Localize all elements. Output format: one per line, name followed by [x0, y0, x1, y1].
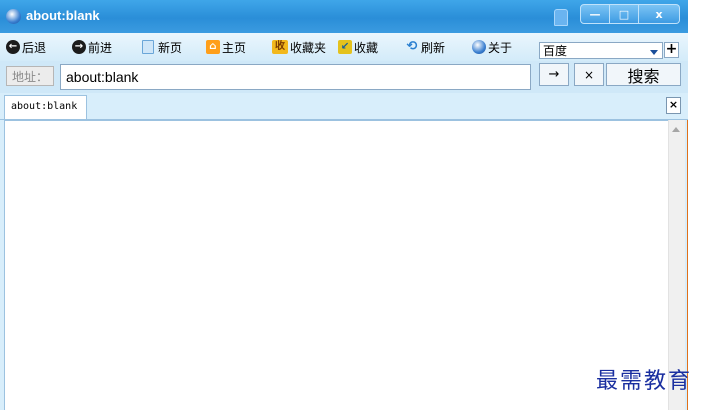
search-engine-select[interactable]: 百度 [539, 42, 663, 59]
title-bar[interactable]: about:blank — □ x [0, 0, 688, 33]
refresh-label: 刷新 [421, 40, 446, 55]
window-title: about:blank [26, 8, 100, 23]
maximize-button[interactable]: □ [610, 4, 639, 24]
about-button[interactable]: 关于 [472, 38, 512, 56]
address-input[interactable]: about:blank [60, 64, 531, 90]
scroll-up-arrow-icon[interactable] [672, 127, 680, 132]
favorites-label: 收藏夹 [290, 40, 327, 55]
add-engine-button[interactable]: + [664, 42, 679, 58]
add-favorite-icon: ↙ [338, 40, 352, 54]
browser-window: about:blank — □ x ← 后退 → 前进 新页 ⌂ 主页 收 收藏… [0, 0, 688, 410]
page-content[interactable] [4, 120, 668, 410]
new-page-label: 新页 [158, 40, 183, 55]
close-button[interactable]: x [639, 4, 680, 24]
home-button[interactable]: ⌂ 主页 [206, 38, 246, 56]
back-button[interactable]: ← 后退 [6, 38, 46, 56]
about-label: 关于 [488, 40, 513, 55]
address-label: 地址： [6, 66, 54, 86]
back-arrow-icon: ← [6, 40, 20, 54]
add-favorite-label: 收藏 [354, 40, 379, 55]
window-controls: — □ x [580, 4, 680, 24]
watermark-text: 最需教育 [596, 369, 693, 394]
home-label: 主页 [222, 40, 247, 55]
go-button[interactable]: → [539, 63, 569, 86]
forward-label: 前进 [88, 40, 113, 55]
back-label: 后退 [22, 40, 47, 55]
chevron-down-icon [650, 50, 658, 55]
favorites-button[interactable]: 收 收藏夹 [272, 38, 326, 56]
skin-icon[interactable] [554, 9, 568, 26]
add-favorite-button[interactable]: ↙ 收藏 [338, 38, 378, 56]
tab-strip [0, 93, 688, 120]
about-icon [472, 40, 486, 54]
search-button[interactable]: 搜索 [606, 63, 681, 86]
search-engine-value: 百度 [543, 44, 568, 58]
browser-logo-icon [6, 9, 21, 24]
home-icon: ⌂ [206, 40, 220, 54]
refresh-icon: ⟲ [406, 39, 418, 54]
minimize-button[interactable]: — [580, 4, 610, 24]
close-tab-button[interactable]: × [666, 97, 681, 114]
new-page-icon [142, 40, 154, 54]
forward-button[interactable]: → 前进 [72, 38, 112, 56]
forward-arrow-icon: → [72, 40, 86, 54]
tab-about-blank[interactable]: about:blank [4, 95, 87, 119]
favorites-icon: 收 [272, 40, 288, 54]
new-page-button[interactable]: 新页 [142, 38, 182, 56]
stop-button[interactable]: × [574, 63, 604, 86]
refresh-button[interactable]: ⟲ 刷新 [405, 38, 445, 56]
